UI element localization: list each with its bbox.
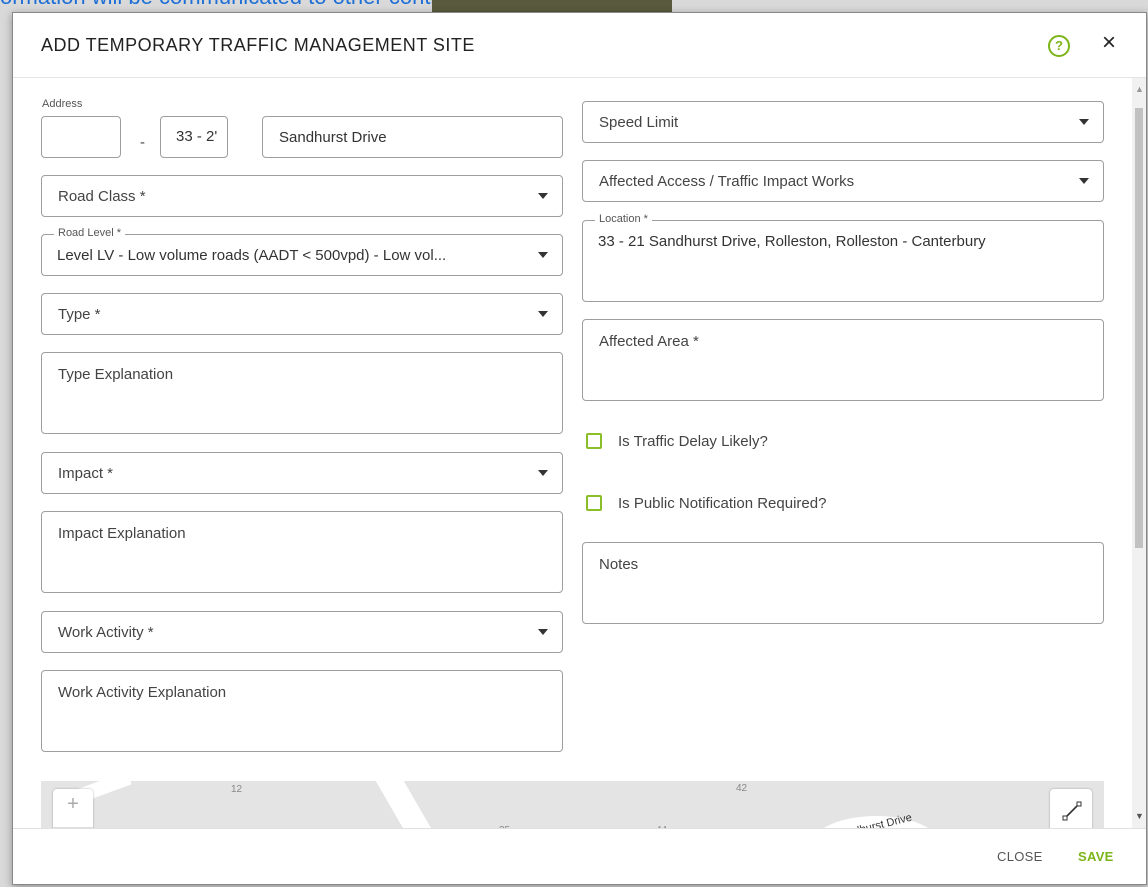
- zoom-in-button[interactable]: +: [53, 793, 93, 816]
- address-number-value: 33 - 2': [176, 128, 218, 145]
- chevron-down-icon: [538, 252, 548, 258]
- close-button[interactable]: CLOSE: [997, 849, 1043, 864]
- road-class-label: Road Class *: [58, 188, 146, 205]
- affected-access-label: Affected Access / Traffic Impact Works: [599, 173, 855, 190]
- work-activity-explanation-label: Work Activity Explanation: [58, 684, 227, 701]
- address-street-value: Sandhurst Drive: [279, 129, 387, 146]
- address-street-input[interactable]: Sandhurst Drive: [262, 116, 563, 158]
- road-level-label: Road Level *: [54, 227, 125, 239]
- address-label: Address: [42, 98, 83, 110]
- road-level-select[interactable]: Road Level * Level LV - Low volume roads…: [41, 227, 563, 276]
- type-select[interactable]: Type *: [41, 293, 563, 335]
- chevron-down-icon: [538, 193, 548, 199]
- speed-limit-select[interactable]: Speed Limit: [582, 101, 1104, 143]
- traffic-delay-checkbox[interactable]: [586, 433, 602, 449]
- add-ttm-site-dialog: ADD TEMPORARY TRAFFIC MANAGEMENT SITE ? …: [12, 12, 1147, 885]
- affected-access-select[interactable]: Affected Access / Traffic Impact Works: [582, 160, 1104, 202]
- map-number: 12: [231, 784, 243, 795]
- scrollbar-thumb[interactable]: [1135, 108, 1143, 548]
- traffic-delay-label: Is Traffic Delay Likely?: [618, 433, 768, 450]
- draw-line-icon: [1062, 801, 1082, 821]
- type-label: Type *: [58, 306, 101, 323]
- public-notification-checkbox[interactable]: [586, 495, 602, 511]
- background-graphic: [432, 0, 672, 12]
- dialog-footer: CLOSE SAVE: [13, 828, 1146, 884]
- dialog-title: ADD TEMPORARY TRAFFIC MANAGEMENT SITE: [41, 35, 475, 55]
- work-activity-explanation-textarea[interactable]: Work Activity Explanation: [41, 670, 563, 752]
- speed-limit-label: Speed Limit: [599, 114, 679, 131]
- notes-textarea[interactable]: Notes: [582, 542, 1104, 624]
- chevron-down-icon: [538, 311, 548, 317]
- notes-label: Notes: [599, 556, 639, 573]
- impact-explanation-label: Impact Explanation: [58, 525, 186, 542]
- impact-label: Impact *: [58, 465, 114, 482]
- map-view[interactable]: 12 34 35 44 42 Sandhurst Drive +: [41, 781, 1104, 830]
- draw-line-button[interactable]: [1050, 789, 1092, 830]
- work-activity-label: Work Activity *: [58, 624, 154, 641]
- dialog-header: ADD TEMPORARY TRAFFIC MANAGEMENT SITE ? …: [13, 13, 1146, 78]
- scroll-up-icon[interactable]: ▲: [1135, 84, 1144, 94]
- map-road: [370, 781, 450, 830]
- road-class-select[interactable]: Road Class *: [41, 175, 563, 217]
- work-activity-select[interactable]: Work Activity *: [41, 611, 563, 653]
- address-separator: -: [140, 134, 145, 151]
- chevron-down-icon: [538, 470, 548, 476]
- background-banner-text: ormation will be communicated to other c…: [0, 0, 504, 10]
- public-notification-label: Is Public Notification Required?: [618, 495, 827, 512]
- dialog-scrollbar[interactable]: ▲ ▼: [1132, 78, 1146, 830]
- impact-select[interactable]: Impact *: [41, 452, 563, 494]
- chevron-down-icon: [538, 629, 548, 635]
- road-level-value: Level LV - Low volume roads (AADT < 500v…: [57, 247, 447, 264]
- chevron-down-icon: [1079, 178, 1089, 184]
- location-label: Location *: [595, 213, 652, 225]
- help-icon[interactable]: ?: [1048, 35, 1070, 57]
- type-explanation-label: Type Explanation: [58, 366, 174, 383]
- map-zoom-control: +: [53, 789, 93, 830]
- affected-area-textarea[interactable]: Affected Area *: [582, 319, 1104, 401]
- affected-area-label: Affected Area *: [599, 333, 699, 350]
- impact-explanation-textarea[interactable]: Impact Explanation: [41, 511, 563, 593]
- scroll-down-icon[interactable]: ▼: [1135, 811, 1144, 821]
- map-number: 42: [736, 783, 748, 794]
- location-textarea[interactable]: Location * 33 - 21 Sandhurst Drive, Roll…: [582, 213, 1104, 302]
- type-explanation-textarea[interactable]: Type Explanation: [41, 352, 563, 434]
- address-unit-input[interactable]: [41, 116, 121, 158]
- close-icon[interactable]: ×: [1102, 31, 1116, 55]
- address-number-input[interactable]: 33 - 2': [160, 116, 228, 158]
- chevron-down-icon: [1079, 119, 1089, 125]
- dialog-body: Address - 33 - 2' Sandhurst Drive Road C…: [13, 78, 1146, 830]
- location-value: 33 - 21 Sandhurst Drive, Rolleston, Roll…: [598, 233, 986, 250]
- save-button[interactable]: SAVE: [1078, 849, 1114, 864]
